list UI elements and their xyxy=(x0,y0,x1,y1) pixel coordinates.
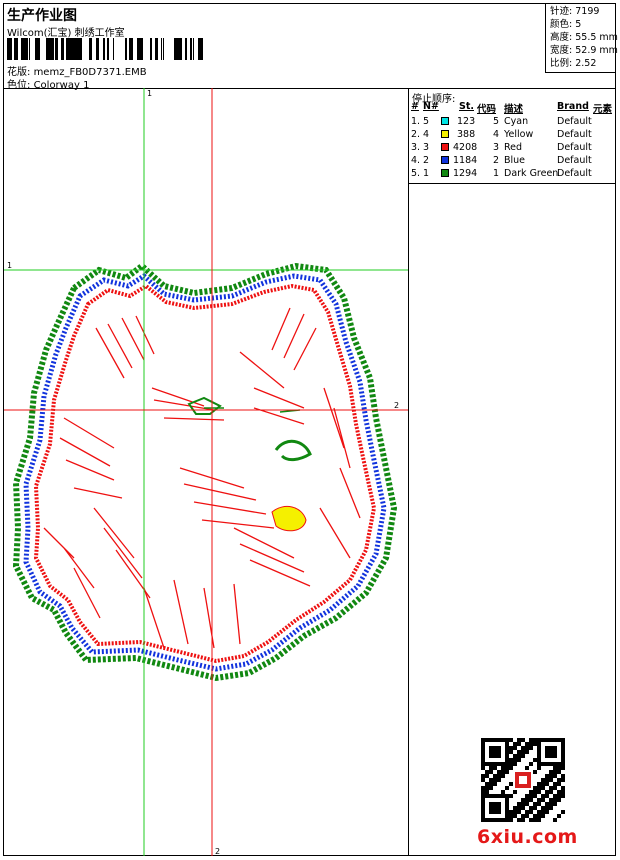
worksheet-header: 生产作业图 Wilcom(汇宝) 刺绣工作室 花版: memz_FB0D7371… xyxy=(3,3,618,91)
col-header-stitches: St. xyxy=(459,101,474,112)
col-header-description: 描述 xyxy=(504,104,524,115)
company-name: Wilcom(汇宝) 刺绣工作室 xyxy=(7,28,125,39)
color-swatch xyxy=(441,130,449,138)
stop-sequence-panel: 停止顺序: # N# St. 代码 描述 Brand 元素 1. 5 123 5… xyxy=(408,88,616,184)
guide-label-h1: 1 xyxy=(7,261,12,270)
design-stats: 针迹: 7199 颜色: 5 高度: 55.5 mm 宽度: 52.9 mm 比… xyxy=(545,3,618,73)
color-swatch xyxy=(441,156,449,164)
stop-row: 3. 3 4208 3 Red Default xyxy=(411,142,592,153)
stop-row: 2. 4 388 4 Yellow Default xyxy=(411,129,592,140)
col-header-code: 代码 xyxy=(477,104,497,115)
col-header-index: # xyxy=(411,101,419,112)
stat-colors: 颜色: 5 xyxy=(550,19,582,30)
col-header-brand: Brand xyxy=(557,101,589,112)
stat-width: 宽度: 52.9 mm xyxy=(550,45,618,56)
stop-row: 1. 5 123 5 Cyan Default xyxy=(411,116,592,127)
color-swatch xyxy=(441,143,449,151)
col-header-element: 元素 xyxy=(593,104,613,115)
stat-height: 高度: 55.5 mm xyxy=(550,32,618,43)
color-swatch xyxy=(441,117,449,125)
worksheet-title: 生产作业图 xyxy=(7,8,77,24)
stat-scale: 比例: 2.52 xyxy=(550,58,597,69)
stop-row: 5. 1 1294 1 Dark Green Default xyxy=(411,168,592,179)
qr-code xyxy=(481,738,565,822)
dog-embroidery-artwork xyxy=(12,262,398,682)
color-swatch xyxy=(441,169,449,177)
col-header-needle: N# xyxy=(423,101,439,112)
side-panel-divider xyxy=(408,183,409,856)
stat-stitches: 针迹: 7199 xyxy=(550,6,600,17)
guide-label-h2: 2 xyxy=(394,401,399,410)
stop-row: 4. 2 1184 2 Blue Default xyxy=(411,155,592,166)
barcode xyxy=(7,38,203,60)
guide-label-v1: 1 xyxy=(147,89,152,98)
embroidery-preview: 1 1 2 2 xyxy=(4,88,408,856)
watermark-logo: 6xiu.com xyxy=(477,826,578,848)
guide-label-v2: 2 xyxy=(215,847,220,856)
